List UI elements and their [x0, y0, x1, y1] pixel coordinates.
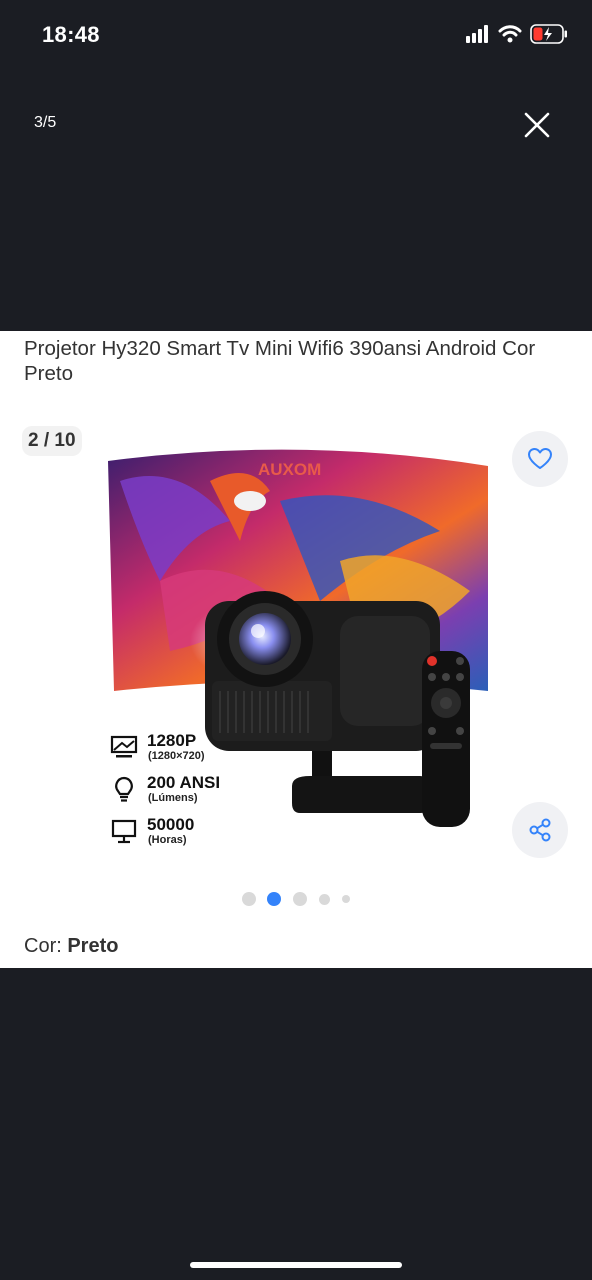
close-icon	[524, 112, 550, 138]
status-bar: 18:48	[0, 0, 592, 70]
spec-main: 50000	[147, 815, 195, 834]
share-button[interactable]	[512, 802, 568, 858]
spec-item: 200 ANSI (Lúmens)	[110, 773, 270, 815]
spec-sub: (Horas)	[148, 834, 187, 846]
battery-icon	[530, 24, 568, 49]
home-indicator[interactable]	[190, 1262, 402, 1268]
status-time: 18:48	[42, 22, 100, 47]
heart-icon	[528, 448, 552, 469]
spec-main: 1280P	[147, 731, 197, 750]
status-icons	[466, 24, 568, 49]
favorite-button[interactable]	[512, 431, 568, 487]
monitor-icon	[111, 819, 137, 844]
signal-icon	[466, 25, 490, 48]
color-label: Cor:	[24, 935, 68, 957]
screen-icon	[110, 735, 138, 758]
spec-sub: (1280×720)	[148, 750, 205, 762]
carousel-dot[interactable]	[242, 892, 256, 906]
viewer-header: 3/5	[0, 100, 592, 150]
image-brand: AUXOM	[258, 460, 321, 479]
carousel-dot[interactable]	[319, 894, 330, 905]
viewer-counter: 3/5	[34, 114, 57, 131]
close-button[interactable]	[520, 108, 554, 142]
spec-item: 1280P (1280×720)	[110, 731, 270, 773]
spec-list: 1280P (1280×720) 200 ANSI (Lúmens) 50000…	[110, 731, 270, 857]
product-title: Projetor Hy320 Smart Tv Mini Wifi6 390an…	[24, 337, 536, 385]
spec-sub: (Lúmens)	[148, 792, 198, 804]
color-selector: Cor: Preto	[24, 935, 118, 958]
share-icon	[529, 818, 551, 842]
product-card: Projetor Hy320 Smart Tv Mini Wifi6 390an…	[0, 331, 592, 968]
image-counter: 2 / 10	[22, 426, 82, 456]
carousel-dot-active[interactable]	[267, 892, 281, 906]
carousel-dot[interactable]	[293, 892, 307, 906]
spec-main: 200 ANSI	[147, 773, 221, 792]
color-value: Preto	[67, 935, 119, 957]
wifi-icon	[498, 25, 522, 48]
bulb-icon	[115, 776, 133, 802]
carousel-dots[interactable]	[0, 889, 592, 909]
carousel-dot[interactable]	[342, 895, 350, 903]
spec-item: 50000 (Horas)	[110, 815, 270, 857]
